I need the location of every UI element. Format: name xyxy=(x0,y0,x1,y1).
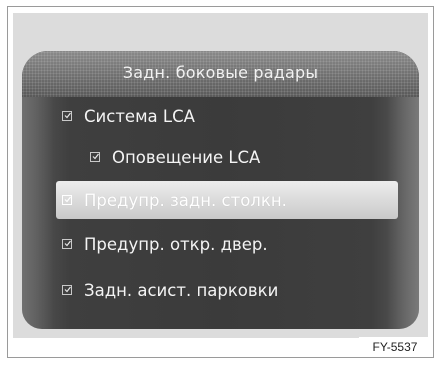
menu-title: Задн. боковые радары xyxy=(122,63,319,82)
menu-side-shade-left xyxy=(22,97,54,329)
checkbox-checked-icon[interactable] xyxy=(62,111,72,121)
menu-item-label: Задн. асист. парковки xyxy=(84,280,279,300)
menu-header: Задн. боковые радары xyxy=(22,51,419,97)
checkbox-checked-icon[interactable] xyxy=(62,239,72,249)
menu-item-door-open-warning[interactable]: Предупр. откр. двер. xyxy=(62,225,392,263)
checkbox-checked-icon[interactable] xyxy=(62,285,72,295)
menu-item-lca-system[interactable]: Система LCA xyxy=(62,97,392,135)
menu-item-label: Оповещение LCA xyxy=(112,147,261,167)
checkbox-checked-icon[interactable] xyxy=(90,152,100,162)
menu-list: Система LCA Оповещение LCA Предупр. задн… xyxy=(22,97,419,329)
display-screen: Задн. боковые радары Система LCA Оповеще… xyxy=(22,51,419,329)
menu-item-rear-collision-warning[interactable]: Предупр. задн. столкн. xyxy=(56,181,398,219)
menu-item-lca-alert[interactable]: Оповещение LCA xyxy=(90,138,390,176)
figure-code-label: FY-5537 xyxy=(359,337,431,357)
menu-item-label: Предупр. откр. двер. xyxy=(84,234,268,254)
checkbox-checked-icon[interactable] xyxy=(62,195,72,205)
menu-item-rear-parking-assist[interactable]: Задн. асист. парковки xyxy=(62,271,392,309)
menu-item-label: Система LCA xyxy=(84,106,195,126)
menu-item-label: Предупр. задн. столкн. xyxy=(84,190,287,210)
